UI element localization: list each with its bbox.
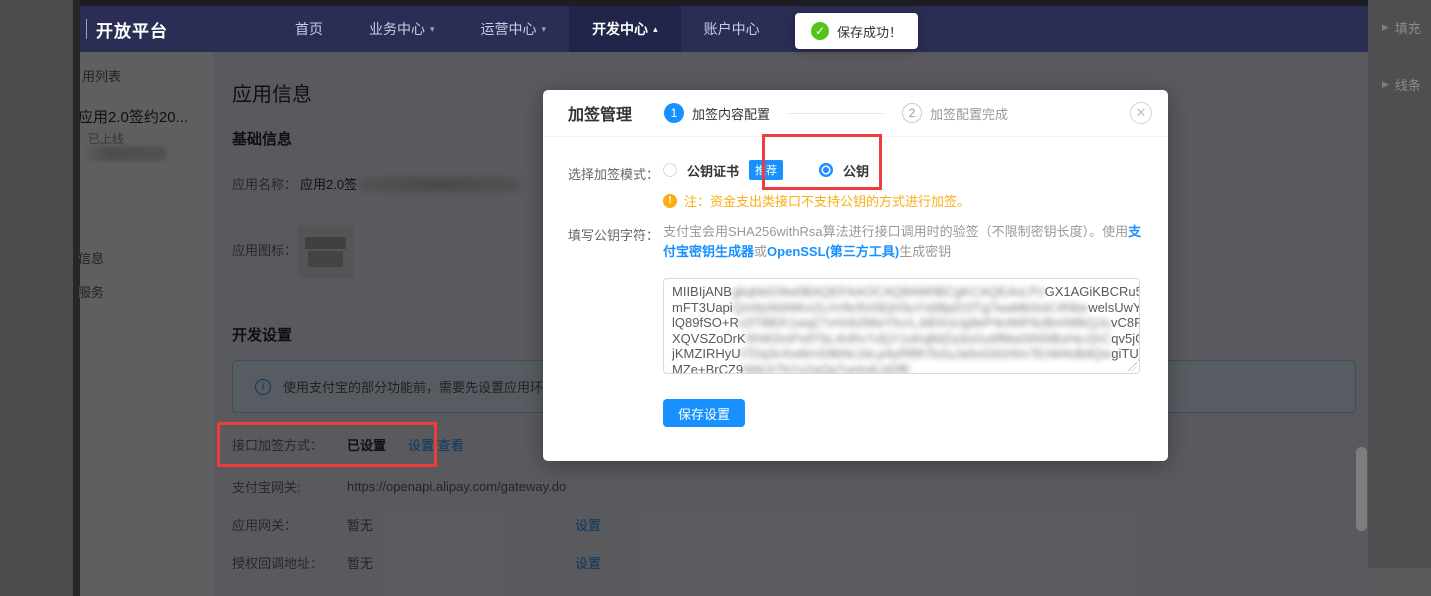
close-icon[interactable]: ✕ bbox=[1130, 102, 1152, 124]
radio-cert-unselected[interactable] bbox=[663, 163, 677, 177]
save-settings-button[interactable]: 保存设置 bbox=[663, 399, 745, 427]
annotation-box-public-key-option bbox=[762, 134, 882, 190]
top-nav: 开放平台 首页 业务中心 ▾ 运营中心 ▾ 开发中心 ▴ 账户中心 bbox=[80, 6, 1368, 52]
public-key-description: 支付宝会用SHA256withRsa算法进行接口调用时的验签（不限制密钥长度）。… bbox=[663, 222, 1149, 262]
panel-item-line[interactable]: ▶ 线条 bbox=[1382, 75, 1421, 94]
public-key-label: 填写公钥字符： bbox=[568, 225, 663, 244]
blurred-key-segment: x3Tt8EK1wqZ7vHnb2MaY5crLJd0XsUg9eP4oWiF6… bbox=[739, 315, 1111, 330]
openssl-link[interactable]: OpenSSL(第三方工具) bbox=[767, 244, 899, 259]
nav-items: 首页 业务中心 ▾ 运营中心 ▾ 开发中心 ▴ 账户中心 bbox=[272, 6, 783, 52]
nav-item-home[interactable]: 首页 bbox=[272, 6, 346, 52]
check-icon: ✓ bbox=[811, 22, 829, 40]
triangle-right-icon: ▶ bbox=[1382, 79, 1389, 90]
triangle-right-icon: ▶ bbox=[1382, 22, 1389, 33]
blurred-key-segment: NWJrTkYx2aQp7uHs4LbDfE bbox=[743, 362, 911, 375]
vertical-scrollbar[interactable] bbox=[1356, 447, 1367, 531]
annotation-tool-panel: ▶ 填充 ▶ 线条 bbox=[1368, 0, 1431, 596]
warning-note: ! 注：资金支出类接口不支持公钥的方式进行加签。 bbox=[663, 191, 970, 210]
chevron-up-icon: ▴ bbox=[653, 24, 658, 35]
step-2-circle: 2 bbox=[902, 103, 922, 123]
step-indicator: 1 加签内容配置 2 加签配置完成 bbox=[664, 103, 1008, 123]
step-1-label: 加签内容配置 bbox=[692, 104, 770, 123]
tool-left-gutter bbox=[0, 0, 73, 596]
panel-item-fill[interactable]: ▶ 填充 bbox=[1382, 18, 1421, 37]
chevron-down-icon: ▾ bbox=[542, 24, 547, 35]
annotation-box-sign-mode-row bbox=[217, 422, 437, 467]
step-2-label: 加签配置完成 bbox=[930, 104, 1008, 123]
warning-icon: ! bbox=[663, 194, 677, 208]
chevron-down-icon: ▾ bbox=[430, 24, 435, 35]
blurred-key-segment: gkqhkiG9w0BAQEFAAOCAQ8AMIIBCgKCAQEAvLPz bbox=[732, 284, 1045, 299]
nav-item-operation-center[interactable]: 运营中心 ▾ bbox=[458, 6, 570, 52]
toast-message: 保存成功！ bbox=[837, 22, 902, 41]
blurred-key-segment: Qm9yWd4tKx2LnV8cRz5EjH3uYs6BpD1fTg7waMk0… bbox=[733, 300, 1089, 315]
cert-option-label[interactable]: 公钥证书 bbox=[687, 161, 739, 180]
step-connector bbox=[788, 113, 884, 114]
textarea-resize-handle[interactable] bbox=[1128, 362, 1137, 371]
modal-title: 加签管理 bbox=[568, 101, 632, 125]
nav-item-account-center[interactable]: 账户中心 bbox=[681, 6, 783, 52]
step-1-circle: 1 bbox=[664, 103, 684, 123]
nav-item-dev-center[interactable]: 开发中心 ▴ bbox=[569, 6, 681, 52]
success-toast: ✓ 保存成功！ bbox=[795, 13, 918, 49]
brand: 开放平台 bbox=[80, 6, 168, 52]
brand-divider bbox=[86, 19, 87, 39]
brand-label: 开放平台 bbox=[96, 17, 168, 42]
public-key-textarea[interactable]: MIIBIjANBgkqhkiG9w0BAQEFAAOCAQ8AMIIBCgKC… bbox=[663, 278, 1140, 374]
blurred-key-segment: 5hW2mPx9TbL4nRv7cEjY1sKq8dZa3oGu6fMw0iN5… bbox=[746, 331, 1112, 346]
nav-item-business-center[interactable]: 业务中心 ▾ bbox=[346, 6, 458, 52]
sign-mode-label: 选择加签模式： bbox=[568, 164, 663, 183]
blurred-key-segment: t7Dq3vXw6mS9bNc1kLp4yRf8hTe2uJa5oGi0zWx7… bbox=[741, 346, 1112, 361]
modal-header: 加签管理 1 加签内容配置 2 加签配置完成 bbox=[543, 90, 1168, 137]
